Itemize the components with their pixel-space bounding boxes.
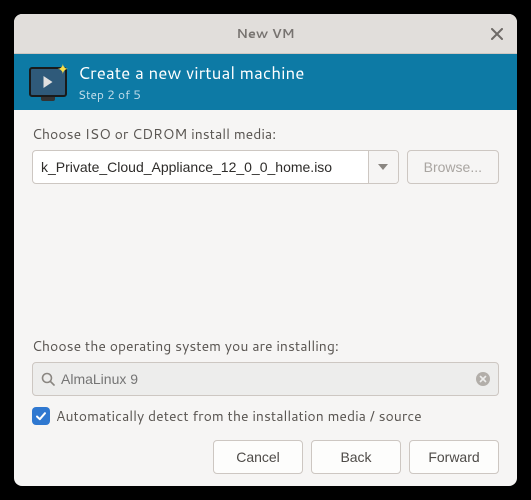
os-label: Choose the operating system you are inst… bbox=[32, 336, 499, 356]
close-icon[interactable] bbox=[487, 24, 507, 44]
header-text: Create a new virtual machine Step 2 of 5 bbox=[78, 61, 304, 103]
wizard-step: Step 2 of 5 bbox=[78, 86, 304, 103]
back-button[interactable]: Back bbox=[311, 440, 401, 474]
clear-icon[interactable] bbox=[476, 372, 490, 386]
wizard-title: Create a new virtual machine bbox=[78, 61, 304, 85]
chevron-down-icon bbox=[378, 164, 388, 170]
autodetect-row: Automatically detect from the installati… bbox=[32, 406, 499, 426]
spacer bbox=[32, 184, 499, 324]
forward-button[interactable]: Forward bbox=[409, 440, 499, 474]
browse-button[interactable]: Browse... bbox=[407, 150, 499, 184]
os-section: Choose the operating system you are inst… bbox=[32, 336, 499, 426]
check-icon bbox=[35, 410, 47, 422]
window-title: New VM bbox=[236, 25, 294, 43]
footer: Cancel Back Forward bbox=[32, 426, 499, 474]
vm-icon: ✦ bbox=[26, 62, 70, 102]
search-icon bbox=[41, 372, 55, 386]
autodetect-checkbox[interactable] bbox=[32, 407, 50, 425]
media-dropdown-button[interactable] bbox=[368, 151, 398, 183]
media-input[interactable] bbox=[33, 151, 368, 183]
cancel-button[interactable]: Cancel bbox=[213, 440, 303, 474]
os-search-input[interactable] bbox=[61, 371, 476, 387]
os-search bbox=[32, 362, 499, 396]
new-vm-dialog: New VM ✦ Create a new virtual machine St… bbox=[14, 14, 517, 486]
media-combo bbox=[32, 150, 399, 184]
media-row: Browse... bbox=[32, 150, 499, 184]
media-label: Choose ISO or CDROM install media: bbox=[32, 124, 499, 144]
content-area: Choose ISO or CDROM install media: Brows… bbox=[14, 110, 517, 486]
titlebar: New VM bbox=[14, 14, 517, 54]
wizard-header: ✦ Create a new virtual machine Step 2 of… bbox=[14, 54, 517, 110]
autodetect-label: Automatically detect from the installati… bbox=[56, 406, 422, 426]
